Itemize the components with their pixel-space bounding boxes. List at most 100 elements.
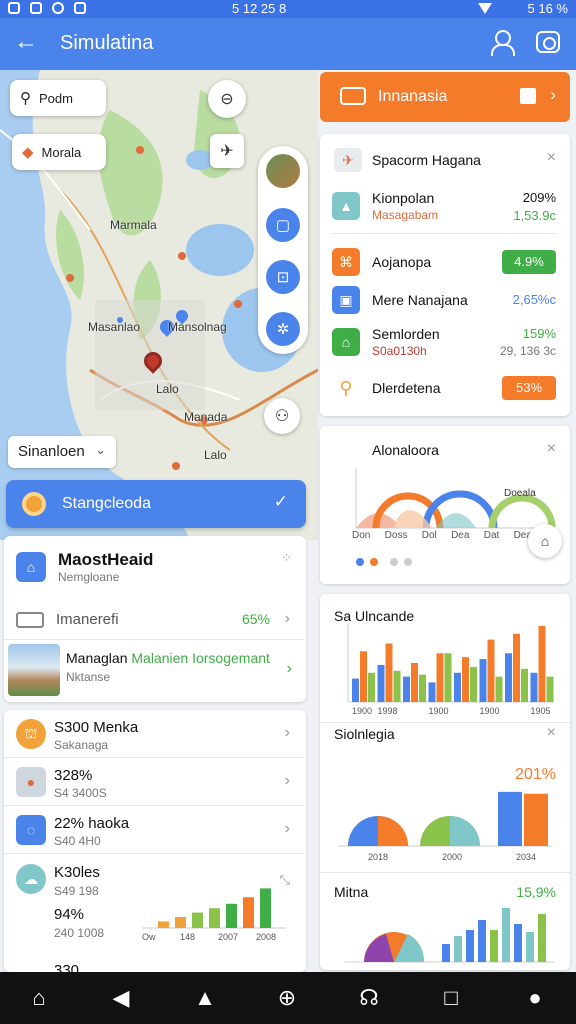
- more-icon[interactable]: ⁘: [281, 550, 292, 566]
- x-tick-label: Dol: [421, 530, 437, 541]
- home-icon: [520, 88, 536, 104]
- status-badge: 53%: [502, 376, 556, 400]
- card-title: Spacorm Hagana: [372, 152, 481, 168]
- list-item-title: S300 Menka: [54, 719, 139, 736]
- bottom-nav: ⌂ ◀ ▲ ⊕ ☊ □ ●: [0, 972, 576, 1024]
- camera-icon[interactable]: [536, 31, 560, 53]
- battery-text: 5 16 %: [527, 1, 568, 16]
- list-item-title: Semlorden: [372, 326, 440, 342]
- list-item-value-sub: 29, 136 3c: [499, 344, 556, 358]
- list-item-subtitle: S40 4H0: [54, 834, 101, 848]
- route-bar-label: Stangcleoda: [62, 495, 151, 512]
- list-item[interactable]: ⛫ S300 Menka Sakanaga ›: [4, 710, 304, 758]
- list-item[interactable]: ⚲ Dlerdetena 53%: [332, 372, 556, 406]
- map-action-button[interactable]: ⊡: [266, 260, 300, 294]
- stats-item[interactable]: ☁ K30les S49 198 94% 240 1008 ⤡ Ow 148 200…: [4, 854, 304, 962]
- pager-dot[interactable]: [404, 558, 412, 566]
- x-tick-label: 2034: [516, 852, 536, 862]
- chevron-right-icon: ›: [284, 610, 290, 627]
- chevron-right-icon[interactable]: ›: [287, 660, 292, 678]
- list-item-value: 2,65%c: [512, 292, 556, 307]
- stats-subtitle: S49 198: [54, 884, 99, 898]
- status-badge: 4.9%: [502, 250, 556, 274]
- featured-image[interactable]: [8, 644, 60, 696]
- route-bar[interactable]: Stangcleoda ✓: [6, 480, 306, 528]
- list-item-subtitle: S4 3400S: [54, 786, 107, 800]
- user-icon[interactable]: [490, 30, 515, 56]
- featured-title-part: Managlan: [66, 650, 128, 666]
- wifi-icon: [478, 3, 492, 14]
- bar-mark: [479, 659, 487, 702]
- share-button[interactable]: ⌂: [528, 524, 562, 558]
- recent-apps-icon[interactable]: □: [438, 986, 464, 1010]
- headset-icon[interactable]: ☊: [356, 986, 382, 1010]
- location-select[interactable]: Sinanloen ⌄: [8, 436, 116, 468]
- x-tick-label: 148: [180, 932, 195, 942]
- bar-mark: [352, 678, 359, 702]
- bar-mark: [192, 912, 203, 928]
- locate-me-button[interactable]: ⚇: [264, 398, 300, 434]
- chevron-right-icon: ›: [284, 772, 290, 789]
- avatar[interactable]: [266, 154, 300, 188]
- satellite-button[interactable]: ✈: [210, 134, 244, 168]
- close-icon[interactable]: ×: [547, 724, 556, 742]
- map-icon: ☁: [16, 864, 46, 894]
- pie-slice: [378, 816, 408, 846]
- map-action-button[interactable]: ✲: [266, 312, 300, 346]
- places-card: ✈ Spacorm Hagana × ▲ Kionpolan Masagabam…: [320, 134, 570, 416]
- partial-list-item: 330: [54, 962, 80, 972]
- x-tick-label: Dat: [483, 530, 500, 541]
- map-search-chip[interactable]: ⚲ Podm: [10, 80, 106, 116]
- mid-chart: 2018 2000 2034: [338, 791, 552, 862]
- card-title: Alonaloora: [372, 442, 439, 458]
- notification-icon: [52, 2, 64, 14]
- pager-dot[interactable]: [390, 558, 398, 566]
- x-tick-label: Dea: [451, 530, 470, 541]
- share-icon: ⌂: [540, 533, 550, 549]
- ticket-icon: ⌘: [332, 248, 360, 276]
- list-item[interactable]: ⌂ Semlorden S0a0130h 159% 29, 136 3c: [332, 322, 556, 364]
- bar-mark: [393, 670, 401, 702]
- bar-mark: [546, 676, 554, 702]
- x-tick-label: 1998: [378, 706, 398, 716]
- list-item[interactable]: ⌘ Aojanopa 4.9%: [332, 246, 556, 280]
- close-icon[interactable]: ×: [547, 440, 556, 458]
- walk-icon: ✲: [276, 321, 290, 338]
- bar-mark: [209, 908, 220, 928]
- compass-icon[interactable]: ⊕: [274, 986, 300, 1010]
- list-item[interactable]: Imanerefi 65% ›: [4, 600, 304, 640]
- mini-chart-value: 15,9%: [516, 884, 556, 900]
- bar-mark: [495, 676, 503, 702]
- pager-dots[interactable]: [356, 558, 412, 566]
- location-select-value: Sinanloen: [18, 443, 85, 460]
- bar-mark: [243, 897, 254, 928]
- map-view[interactable]: ⚲ Podm ◆ Morala ⊖ ✈ ▢ ⊡ ✲ ⚇ Marmala Masa…: [0, 70, 318, 540]
- back-icon[interactable]: ◀: [108, 986, 134, 1010]
- check-icon[interactable]: ✓: [274, 492, 288, 512]
- map-layer-chip[interactable]: ◆ Morala: [12, 134, 106, 170]
- home-icon[interactable]: ⌂: [26, 986, 52, 1010]
- list-item[interactable]: ◌ 22% haoka S40 4H0 ›: [4, 806, 304, 854]
- bar-mark: [487, 639, 495, 702]
- list-item[interactable]: ● 328% S4 3400S ›: [4, 758, 304, 806]
- chevron-right-icon: ›: [284, 724, 290, 741]
- pie-slice: [450, 816, 480, 846]
- map-action-button[interactable]: ▢: [266, 208, 300, 242]
- left-list-card: ⛫ S300 Menka Sakanaga › ● 328% S4 3400S …: [4, 710, 306, 972]
- ticket-icon: [340, 87, 366, 105]
- bar-mark: [444, 653, 452, 702]
- promo-banner[interactable]: Innanasia ›: [320, 72, 570, 122]
- back-arrow-icon[interactable]: ←: [14, 28, 38, 56]
- list-item[interactable]: ▲ Kionpolan Masagabam 209% 1,53.9c: [332, 186, 556, 234]
- list-item[interactable]: ▣ Mere Nanajana 2,65%c: [332, 284, 556, 318]
- statue-icon: ●: [16, 767, 46, 797]
- pager-dot[interactable]: [370, 558, 378, 566]
- close-icon[interactable]: ×: [547, 149, 556, 167]
- pager-dot[interactable]: [356, 558, 364, 566]
- notification-bell-icon[interactable]: ▲: [192, 986, 218, 1010]
- bar-mark: [454, 672, 461, 702]
- profile-icon[interactable]: ●: [522, 986, 548, 1010]
- bar-mark: [526, 932, 534, 962]
- compass-button[interactable]: ⊖: [208, 80, 246, 118]
- layer-icon: ◆: [22, 144, 34, 161]
